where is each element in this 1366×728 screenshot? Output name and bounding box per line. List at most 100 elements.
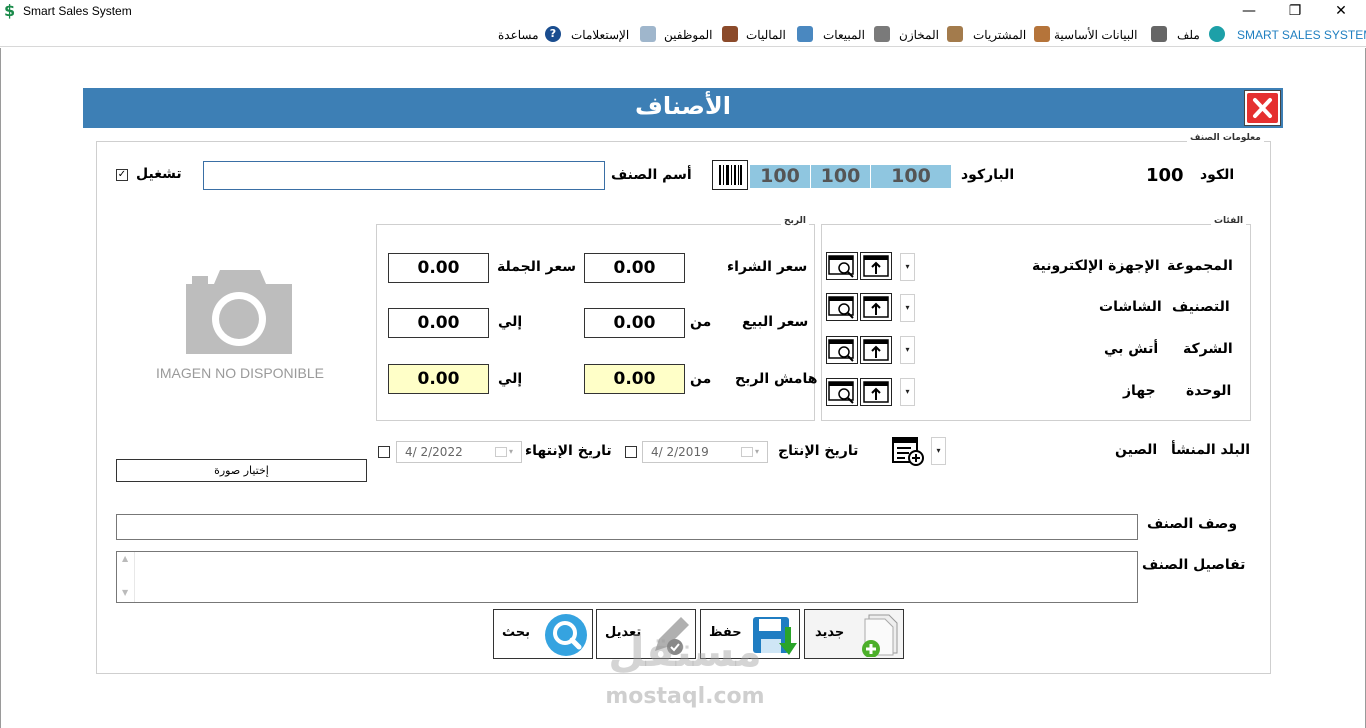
code-label: الكود (1200, 167, 1235, 183)
group-add-icon[interactable] (860, 252, 892, 280)
form-title: الأصناف (635, 92, 731, 120)
menu-basic-data[interactable]: البيانات الأساسية (1054, 26, 1138, 44)
expiry-date-picker[interactable]: 4/ 2/2022 ▾ (396, 441, 522, 463)
profit-margin-from-input[interactable]: 0.00 (584, 364, 685, 394)
production-date-value: 4/ 2/2019 (651, 445, 709, 459)
company-dropdown[interactable]: ▾ (900, 336, 915, 364)
unit-dropdown[interactable]: ▾ (900, 378, 915, 406)
group-value[interactable]: الإجهزة الإلكترونية (1032, 258, 1160, 274)
profit-margin-to-input[interactable]: 0.00 (388, 364, 489, 394)
search-button[interactable]: بحث (493, 609, 593, 659)
search-button-label: بحث (502, 625, 531, 640)
close-form-button[interactable] (1244, 90, 1281, 126)
active-label: تشغيل (136, 166, 182, 182)
brand-icon (1209, 26, 1225, 42)
company-label: الشركة (1183, 341, 1233, 357)
expiry-date-label: تاريخ الإنتهاء (525, 443, 612, 459)
item-name-input[interactable] (203, 161, 605, 190)
group-dropdown[interactable]: ▾ (900, 253, 915, 281)
wholesale-price-label: سعر الجملة (497, 259, 576, 275)
menu-purchases[interactable]: المشتريات (973, 26, 1026, 44)
person-icon (722, 26, 738, 42)
sale-price-to-input[interactable]: 0.00 (388, 308, 489, 338)
profit-caption: الربح (781, 216, 809, 226)
classification-add-icon[interactable] (860, 293, 892, 321)
unit-add-icon[interactable] (860, 378, 892, 406)
barcode-segment-1: 100 (871, 165, 951, 188)
help-icon: ? (545, 26, 561, 42)
users-icon (797, 26, 813, 42)
group-search-icon[interactable] (826, 252, 858, 280)
cart-icon (874, 26, 890, 42)
origin-dropdown[interactable]: ▾ (931, 437, 946, 465)
menu-finance[interactable]: الماليات (746, 26, 786, 44)
expiry-date-checkbox[interactable] (378, 446, 390, 458)
details-textarea[interactable]: ▲ ▼ (116, 551, 1138, 603)
profit-margin-label: هامش الربح (735, 371, 818, 387)
watermark-arabic: مستقل (608, 627, 762, 676)
group-label: المجموعة (1167, 258, 1233, 274)
image-placeholder-text: IMAGEN NO DISPONIBLE (155, 365, 325, 381)
menu-queries[interactable]: الإستعلامات (571, 26, 629, 44)
title-bar: $ Smart Sales System — ❐ ✕ (0, 0, 1366, 23)
search-icon (545, 614, 587, 656)
scroll-down-icon[interactable]: ▼ (122, 588, 128, 597)
wholesale-price-input[interactable]: 0.00 (388, 253, 489, 283)
menu-employees[interactable]: الموظفين (664, 26, 713, 44)
menu-brand[interactable]: SMART SALES SYSTEM (1237, 26, 1366, 44)
company-value[interactable]: أتش بي (1104, 341, 1158, 357)
calendar-icon (741, 447, 753, 457)
purchase-price-label: سعر الشراء (727, 259, 808, 275)
sale-price-from-input[interactable]: 0.00 (584, 308, 685, 338)
company-add-icon[interactable] (860, 336, 892, 364)
app-dollar-icon: $ (4, 1, 16, 20)
scroll-up-icon[interactable]: ▲ (122, 554, 128, 563)
worker-icon (947, 26, 963, 42)
sale-to-label: إلي (498, 314, 523, 330)
barcode-segment-3: 100 (750, 165, 810, 188)
menu-file[interactable]: ملف (1177, 26, 1200, 44)
description-input[interactable] (116, 514, 1138, 540)
chevron-down-icon: ▾ (509, 447, 514, 456)
expiry-date-value: 4/ 2/2022 (405, 445, 463, 459)
new-document-icon (862, 614, 898, 657)
margin-from-label: من (690, 371, 712, 387)
box-icon (1034, 26, 1050, 42)
categories-caption: الفئات (1211, 216, 1247, 226)
menu-help[interactable]: مساعدة (498, 26, 539, 44)
menu-bar: SMART SALES SYSTEM ملف البيانات الأساسية… (0, 23, 1366, 47)
item-image: IMAGEN NO DISPONIBLE (154, 262, 326, 387)
purchase-price-input[interactable]: 0.00 (584, 253, 685, 283)
menu-sales[interactable]: المبيعات (823, 26, 865, 44)
list-add-icon[interactable] (891, 436, 925, 466)
origin-value[interactable]: الصين (1115, 442, 1157, 458)
choose-image-button[interactable]: إختيار صورة (116, 459, 367, 482)
production-date-picker[interactable]: 4/ 2/2019 ▾ (642, 441, 768, 463)
classification-value[interactable]: الشاشات (1099, 299, 1162, 315)
item-name-label: أسم الصنف (611, 167, 692, 183)
unit-value[interactable]: جهاز (1123, 383, 1156, 399)
production-date-checkbox[interactable] (625, 446, 637, 458)
gear-icon (1151, 26, 1167, 42)
close-icon (1247, 93, 1278, 123)
close-window-button[interactable]: ✕ (1318, 0, 1364, 23)
menu-stores[interactable]: المخازن (899, 26, 939, 44)
details-scrollbar[interactable]: ▲ ▼ (117, 552, 135, 602)
form-header: الأصناف (83, 88, 1283, 128)
unit-search-icon[interactable] (826, 378, 858, 406)
code-value: 100 (1146, 165, 1184, 186)
restore-button[interactable]: ❐ (1272, 0, 1318, 23)
classification-label: التصنيف (1172, 299, 1230, 315)
chevron-down-icon: ▾ (755, 447, 760, 456)
window-title: Smart Sales System (23, 4, 132, 18)
minimize-button[interactable]: — (1226, 0, 1272, 23)
barcode-icon[interactable] (712, 160, 748, 190)
active-checkbox[interactable]: ✓ (116, 169, 128, 181)
classification-dropdown[interactable]: ▾ (900, 294, 915, 322)
company-search-icon[interactable] (826, 336, 858, 364)
production-date-label: تاريخ الإنتاج (778, 443, 859, 459)
classification-search-icon[interactable] (826, 293, 858, 321)
clipboard-icon (640, 26, 656, 42)
calendar-icon (495, 447, 507, 457)
new-button[interactable]: جديد (804, 609, 904, 659)
